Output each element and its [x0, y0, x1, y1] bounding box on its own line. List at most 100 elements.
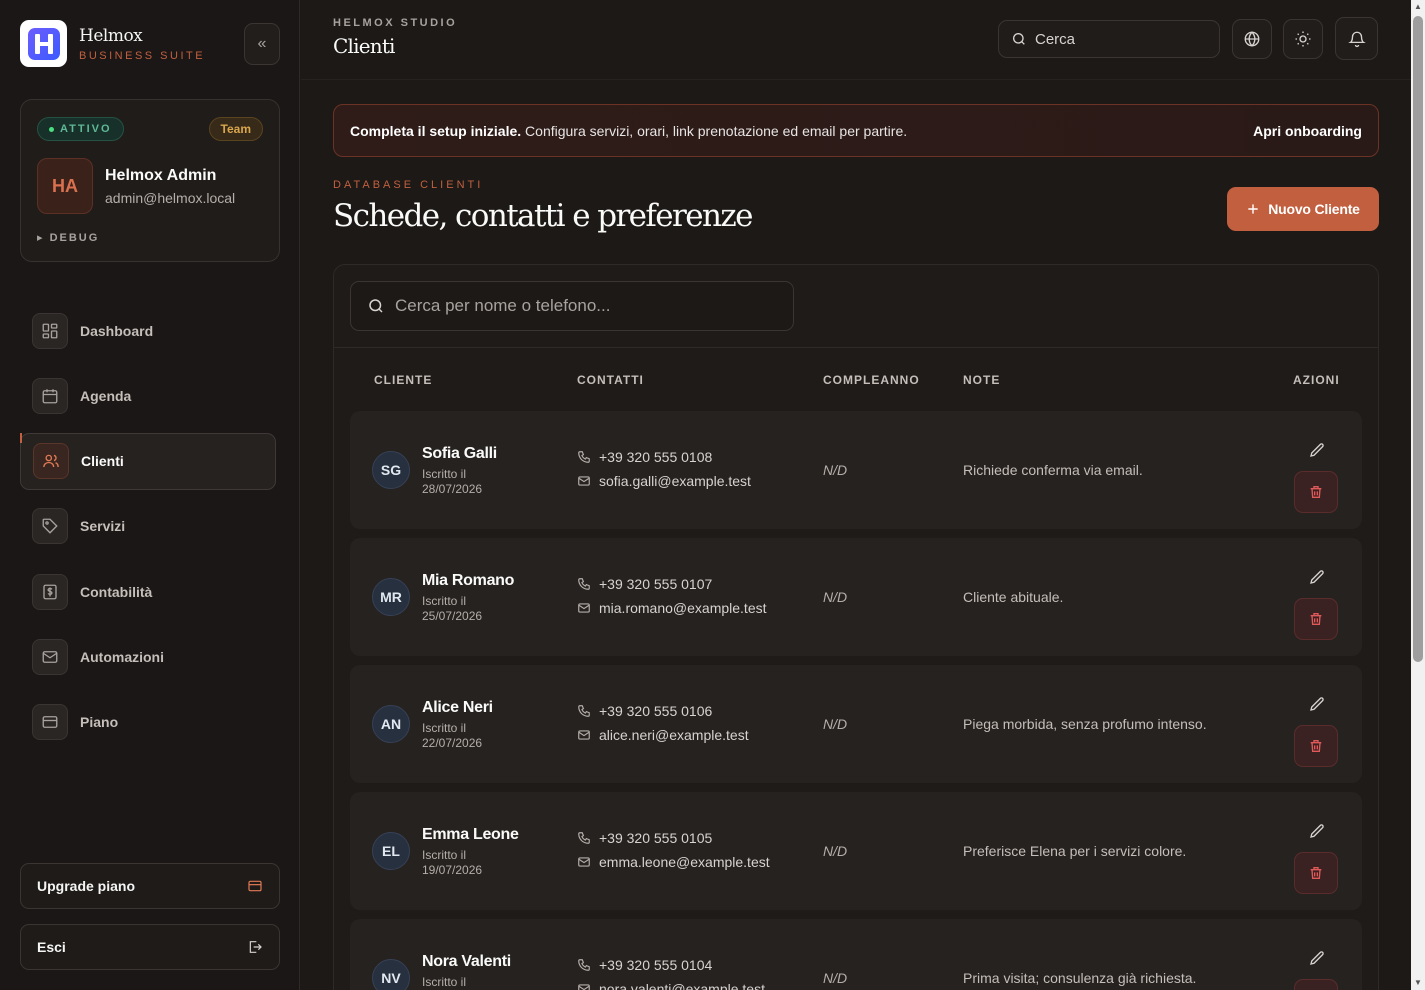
open-onboarding-link[interactable]: Apri onboarding	[1253, 123, 1362, 139]
trash-icon	[1308, 611, 1324, 627]
debug-toggle[interactable]: ▸ DEBUG	[37, 231, 99, 244]
helmox-logo-icon	[20, 20, 67, 67]
sun-icon	[1294, 30, 1312, 48]
collapse-sidebar-button[interactable]: «	[244, 23, 280, 65]
delete-client-button[interactable]	[1294, 852, 1338, 894]
joined-date: 28/07/2026	[422, 482, 483, 496]
sidebar-item-automazioni[interactable]: Automazioni	[20, 628, 276, 685]
client-name[interactable]: Alice Neri	[422, 699, 493, 717]
new-client-button[interactable]: Nuovo Cliente	[1227, 187, 1379, 231]
edit-client-button[interactable]	[1305, 692, 1329, 716]
client-birthday: N/D	[823, 462, 848, 478]
delete-client-button[interactable]	[1294, 471, 1338, 513]
client-name[interactable]: Sofia Galli	[422, 445, 497, 463]
table-row[interactable]: EL Emma Leone Iscritto il 19/07/2026 +39 …	[350, 792, 1362, 910]
status-label: ATTIVO	[60, 123, 112, 135]
client-phone: +39 320 555 0105	[577, 830, 712, 846]
client-search[interactable]	[350, 281, 794, 331]
column-header-client[interactable]: CLIENTE	[374, 373, 432, 387]
edit-client-button[interactable]	[1305, 946, 1329, 970]
avatar: AN	[372, 705, 410, 743]
pencil-icon	[1308, 949, 1326, 967]
phone-icon	[577, 450, 591, 464]
phone-icon	[577, 704, 591, 718]
joined-label: Iscritto il	[422, 975, 467, 989]
global-search[interactable]	[998, 20, 1220, 58]
table-row[interactable]: SG Sofia Galli Iscritto il 28/07/2026 +39…	[350, 411, 1362, 529]
scroll-down-arrow-icon[interactable]: ▼	[1414, 979, 1422, 987]
phone-icon	[577, 577, 591, 591]
joined-label: Iscritto il	[422, 594, 467, 608]
delete-client-button[interactable]	[1294, 979, 1338, 990]
sidebar-item-clienti[interactable]: Clienti	[20, 432, 276, 490]
setup-banner-message: Completa il setup iniziale. Configura se…	[350, 123, 907, 139]
brand[interactable]: Helmox BUSINESS SUITE	[20, 20, 205, 67]
sidebar-item-label: Piano	[80, 714, 119, 731]
scrollbar-thumb[interactable]	[1413, 16, 1423, 662]
client-joined: Iscritto il	[422, 975, 492, 990]
phone-icon	[577, 958, 591, 972]
pencil-icon	[1308, 695, 1326, 713]
sidebar-item-agenda[interactable]: Agenda	[20, 367, 276, 424]
credit-card-icon	[32, 704, 68, 741]
page-scrollbar[interactable]: ▲ ▼	[1411, 0, 1425, 990]
column-header-birthday[interactable]: COMPLEANNO	[823, 373, 920, 387]
client-name[interactable]: Nora Valenti	[422, 953, 511, 971]
status-badge: ATTIVO	[37, 117, 124, 141]
calendar-icon	[32, 377, 68, 414]
client-search-input[interactable]	[395, 296, 775, 316]
avatar: SG	[372, 451, 410, 489]
edit-client-button[interactable]	[1305, 565, 1329, 589]
phone-value: +39 320 555 0106	[599, 703, 713, 719]
client-name[interactable]: Mia Romano	[422, 572, 514, 590]
sidebar-item-contabilita[interactable]: Contabilità	[20, 563, 276, 620]
table-search-bar	[334, 265, 1378, 348]
search-icon	[367, 297, 385, 315]
sidebar-item-servizi[interactable]: Servizi	[20, 498, 276, 555]
email-value: sofia.galli@example.test	[599, 473, 751, 489]
phone-value: +39 320 555 0107	[599, 576, 713, 592]
column-header-actions: AZIONI	[1293, 373, 1340, 387]
client-joined: Iscritto il 25/07/2026	[422, 594, 492, 624]
sidebar-item-piano[interactable]: Piano	[20, 694, 276, 751]
client-email: mia.romano@example.test	[577, 600, 767, 616]
table-row[interactable]: AN Alice Neri Iscritto il 22/07/2026 +39 …	[350, 665, 1362, 783]
edit-client-button[interactable]	[1305, 819, 1329, 843]
delete-client-button[interactable]	[1294, 725, 1338, 767]
theme-toggle-button[interactable]	[1283, 19, 1323, 59]
sidebar-item-dashboard[interactable]: Dashboard	[20, 302, 276, 359]
notifications-button[interactable]	[1335, 17, 1378, 60]
avatar: EL	[372, 832, 410, 870]
bell-icon	[1347, 30, 1366, 48]
delete-client-button[interactable]	[1294, 598, 1338, 640]
mail-icon	[577, 601, 591, 615]
scroll-up-arrow-icon[interactable]: ▲	[1414, 3, 1422, 11]
column-header-notes[interactable]: NOTE	[963, 373, 1000, 387]
table-header: CLIENTE CONTATTI COMPLEANNO NOTE AZIONI	[334, 348, 1378, 410]
joined-date: 25/07/2026	[422, 609, 483, 623]
client-email: alice.neri@example.test	[577, 727, 749, 743]
language-button[interactable]	[1232, 19, 1272, 59]
client-phone: +39 320 555 0108	[577, 449, 712, 465]
client-phone: +39 320 555 0104	[577, 957, 712, 973]
client-note: Piega morbida, senza profumo intenso.	[963, 716, 1207, 732]
trash-icon	[1308, 738, 1324, 754]
edit-client-button[interactable]	[1305, 438, 1329, 462]
setup-banner-title: Completa il setup iniziale.	[350, 122, 522, 139]
phone-value: +39 320 555 0104	[599, 957, 713, 973]
logout-button[interactable]: Esci	[20, 924, 280, 970]
column-header-contacts[interactable]: CONTATTI	[577, 373, 644, 387]
avatar: MR	[372, 578, 410, 616]
upgrade-plan-button[interactable]: Upgrade piano	[20, 863, 280, 909]
global-search-input[interactable]	[1035, 30, 1205, 48]
client-phone: +39 320 555 0106	[577, 703, 712, 719]
table-row[interactable]: NV Nora Valenti Iscritto il +39 320 555 …	[350, 919, 1362, 990]
brand-name: Helmox	[79, 25, 143, 46]
account-email: admin@helmox.local	[105, 190, 236, 206]
double-chevron-left-icon: «	[257, 35, 267, 52]
client-name[interactable]: Emma Leone	[422, 826, 519, 844]
mail-icon	[32, 638, 68, 675]
joined-date: 19/07/2026	[422, 863, 483, 877]
account-card: ATTIVO Team HA Helmox Admin admin@helmox…	[20, 99, 280, 262]
table-row[interactable]: MR Mia Romano Iscritto il 25/07/2026 +39 …	[350, 538, 1362, 656]
